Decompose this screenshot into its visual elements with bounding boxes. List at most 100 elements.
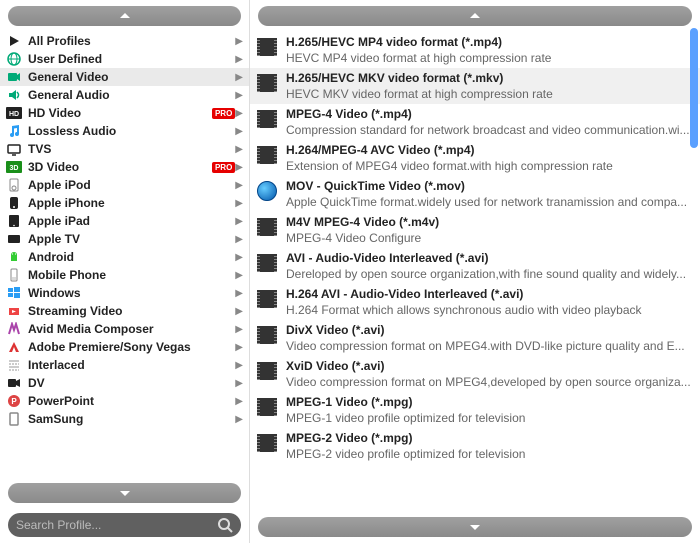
format-list: H.265/HEVC MP4 video format (*.mp4)HEVC … bbox=[250, 32, 700, 511]
format-title: H.265/HEVC MP4 video format (*.mp4) bbox=[286, 34, 692, 50]
category-item[interactable]: Mobile Phone▶ bbox=[0, 266, 249, 284]
format-item[interactable]: DivX Video (*.avi)Video compression form… bbox=[250, 320, 700, 356]
category-item[interactable]: Apple iPod▶ bbox=[0, 176, 249, 194]
category-label: Windows bbox=[28, 286, 235, 300]
appletv-icon bbox=[6, 231, 22, 247]
category-item[interactable]: Apple iPhone▶ bbox=[0, 194, 249, 212]
format-text: MPEG-4 Video (*.mp4)Compression standard… bbox=[286, 106, 692, 138]
category-label: PowerPoint bbox=[28, 394, 235, 408]
adobe-icon bbox=[6, 339, 22, 355]
left-scroll-down[interactable] bbox=[8, 483, 241, 503]
category-item[interactable]: 3D3D VideoPRO▶ bbox=[0, 158, 249, 176]
interlace-icon bbox=[6, 357, 22, 373]
category-item[interactable]: SamSung▶ bbox=[0, 410, 249, 428]
search-icon[interactable] bbox=[217, 517, 233, 533]
music-icon bbox=[6, 123, 22, 139]
film-icon bbox=[257, 362, 277, 380]
category-item[interactable]: Streaming Video▶ bbox=[0, 302, 249, 320]
chevron-right-icon: ▶ bbox=[235, 378, 243, 389]
category-list: All Profiles▶User Defined▶General Video▶… bbox=[0, 32, 249, 477]
format-item[interactable]: MPEG-4 Video (*.mp4)Compression standard… bbox=[250, 104, 700, 140]
category-item[interactable]: General Audio▶ bbox=[0, 86, 249, 104]
film-icon bbox=[257, 110, 277, 128]
quicktime-icon bbox=[257, 181, 277, 201]
category-item[interactable]: All Profiles▶ bbox=[0, 32, 249, 50]
video-icon bbox=[6, 69, 22, 85]
format-item[interactable]: MOV - QuickTime Video (*.mov)Apple Quick… bbox=[250, 176, 700, 212]
chevron-up-icon bbox=[119, 12, 131, 20]
chevron-right-icon: ▶ bbox=[235, 216, 243, 227]
chevron-right-icon: ▶ bbox=[235, 360, 243, 371]
format-panel: H.265/HEVC MP4 video format (*.mp4)HEVC … bbox=[250, 0, 700, 543]
format-item[interactable]: MPEG-2 Video (*.mpg)MPEG-2 video profile… bbox=[250, 428, 700, 464]
dv-icon bbox=[6, 375, 22, 391]
category-item[interactable]: PPowerPoint▶ bbox=[0, 392, 249, 410]
left-scroll-up[interactable] bbox=[8, 6, 241, 26]
format-text: DivX Video (*.avi)Video compression form… bbox=[286, 322, 692, 354]
format-item[interactable]: XviD Video (*.avi)Video compression form… bbox=[250, 356, 700, 392]
category-label: HD Video bbox=[28, 106, 208, 120]
search-bar bbox=[8, 513, 241, 537]
format-item[interactable]: M4V MPEG-4 Video (*.m4v)MPEG-4 Video Con… bbox=[250, 212, 700, 248]
category-item[interactable]: Apple iPad▶ bbox=[0, 212, 249, 230]
chevron-up-icon bbox=[469, 12, 481, 20]
category-item[interactable]: Interlaced▶ bbox=[0, 356, 249, 374]
right-scroll-up[interactable] bbox=[258, 6, 692, 26]
format-desc: MPEG-2 video profile optimized for telev… bbox=[286, 446, 692, 462]
category-item[interactable]: Adobe Premiere/Sony Vegas▶ bbox=[0, 338, 249, 356]
category-item[interactable]: DV▶ bbox=[0, 374, 249, 392]
right-scroll-down[interactable] bbox=[258, 517, 692, 537]
category-label: All Profiles bbox=[28, 34, 235, 48]
chevron-right-icon: ▶ bbox=[235, 90, 243, 101]
category-label: Streaming Video bbox=[28, 304, 235, 318]
film-icon bbox=[257, 434, 277, 452]
format-text: H.264 AVI - Audio-Video Interleaved (*.a… bbox=[286, 286, 692, 318]
format-desc: Video compression format on MPEG4.with D… bbox=[286, 338, 692, 354]
format-item[interactable]: H.265/HEVC MKV video format (*.mkv)HEVC … bbox=[250, 68, 700, 104]
category-label: SamSung bbox=[28, 412, 235, 426]
category-item[interactable]: User Defined▶ bbox=[0, 50, 249, 68]
film-icon bbox=[257, 326, 277, 344]
category-item[interactable]: General Video▶ bbox=[0, 68, 249, 86]
category-item[interactable]: Windows▶ bbox=[0, 284, 249, 302]
pro-badge: PRO bbox=[212, 108, 235, 119]
format-item[interactable]: H.264 AVI - Audio-Video Interleaved (*.a… bbox=[250, 284, 700, 320]
format-title: H.264 AVI - Audio-Video Interleaved (*.a… bbox=[286, 286, 692, 302]
category-item[interactable]: TVS▶ bbox=[0, 140, 249, 158]
chevron-right-icon: ▶ bbox=[235, 270, 243, 281]
chevron-right-icon: ▶ bbox=[235, 54, 243, 65]
format-item[interactable]: H.265/HEVC MP4 video format (*.mp4)HEVC … bbox=[250, 32, 700, 68]
category-label: General Video bbox=[28, 70, 235, 84]
format-text: H.264/MPEG-4 AVC Video (*.mp4)Extension … bbox=[286, 142, 692, 174]
category-item[interactable]: Avid Media Composer▶ bbox=[0, 320, 249, 338]
chevron-down-icon bbox=[469, 523, 481, 531]
format-text: MOV - QuickTime Video (*.mov)Apple Quick… bbox=[286, 178, 692, 210]
category-item[interactable]: Android▶ bbox=[0, 248, 249, 266]
iphone-icon bbox=[6, 195, 22, 211]
category-item[interactable]: HDHD VideoPRO▶ bbox=[0, 104, 249, 122]
format-text: MPEG-2 Video (*.mpg)MPEG-2 video profile… bbox=[286, 430, 692, 462]
chevron-right-icon: ▶ bbox=[235, 144, 243, 155]
category-label: TVS bbox=[28, 142, 235, 156]
scrollbar-thumb[interactable] bbox=[690, 28, 698, 148]
scrollbar-track[interactable] bbox=[690, 28, 698, 513]
mobile-icon bbox=[6, 267, 22, 283]
film-icon bbox=[257, 74, 277, 92]
format-item[interactable]: MPEG-1 Video (*.mpg)MPEG-1 video profile… bbox=[250, 392, 700, 428]
category-item[interactable]: Lossless Audio▶ bbox=[0, 122, 249, 140]
samsung-icon bbox=[6, 411, 22, 427]
format-desc: MPEG-4 Video Configure bbox=[286, 230, 692, 246]
search-input[interactable] bbox=[16, 518, 217, 532]
format-item[interactable]: AVI - Audio-Video Interleaved (*.avi)Der… bbox=[250, 248, 700, 284]
audio-icon bbox=[6, 87, 22, 103]
format-title: XviD Video (*.avi) bbox=[286, 358, 692, 374]
format-item[interactable]: H.264/MPEG-4 AVC Video (*.mp4)Extension … bbox=[250, 140, 700, 176]
format-title: H.265/HEVC MKV video format (*.mkv) bbox=[286, 70, 692, 86]
chevron-down-icon bbox=[119, 489, 131, 497]
category-item[interactable]: Apple TV▶ bbox=[0, 230, 249, 248]
chevron-right-icon: ▶ bbox=[235, 234, 243, 245]
format-desc: Dereloped by open source organization,wi… bbox=[286, 266, 692, 282]
chevron-right-icon: ▶ bbox=[235, 126, 243, 137]
avid-icon bbox=[6, 321, 22, 337]
format-title: M4V MPEG-4 Video (*.m4v) bbox=[286, 214, 692, 230]
